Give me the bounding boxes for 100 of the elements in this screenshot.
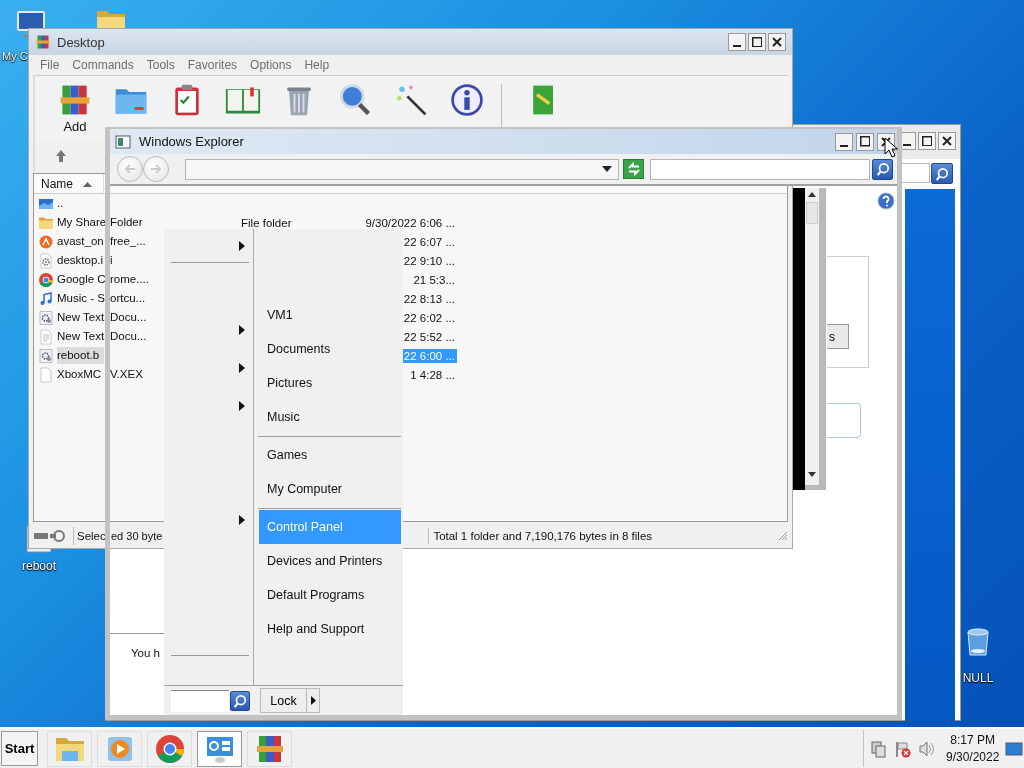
menu-item[interactable]: Options [250, 58, 292, 72]
help-icon[interactable] [877, 192, 895, 210]
menu-item[interactable]: Tools [146, 58, 175, 72]
browser-logo-icon [153, 732, 186, 765]
file-name: i [110, 253, 114, 268]
file-name: New Text [57, 329, 104, 344]
search-button[interactable] [230, 690, 250, 711]
resize-grip-icon[interactable] [778, 531, 788, 541]
info-icon[interactable] [449, 82, 485, 118]
window-title: Windows Explorer [139, 134, 244, 149]
document-icon [38, 328, 54, 345]
scrollbar[interactable] [805, 188, 826, 490]
file-name: .. [57, 196, 65, 211]
submenu-arrow-icon[interactable] [239, 400, 245, 412]
date-modified: 22 8:13 ... [402, 291, 456, 306]
maximize-button[interactable] [918, 132, 936, 150]
maximize-icon [859, 136, 871, 147]
maximize-button[interactable] [856, 132, 874, 151]
up-arrow-icon[interactable] [807, 190, 817, 198]
gear-document-icon [38, 252, 54, 269]
search-button[interactable] [931, 163, 953, 184]
message-text: You h [131, 647, 160, 659]
down-arrow-icon[interactable] [807, 471, 817, 479]
minimize-icon [733, 45, 741, 47]
network-icon[interactable] [870, 739, 888, 758]
menu-item[interactable]: Help [304, 58, 330, 72]
file-name: ortcu... [110, 291, 147, 306]
date-modified: 22 5:52 ... [402, 329, 456, 344]
menu-item[interactable]: Pictures [259, 366, 401, 400]
date-modified: 22 6:07 ... [402, 234, 456, 249]
drive-icon [33, 529, 67, 543]
minimize-icon [903, 144, 911, 146]
flag-icon[interactable] [894, 739, 912, 758]
submenu-arrow-icon[interactable] [239, 240, 245, 252]
blank-file-icon [38, 366, 54, 383]
toolbar-label[interactable]: Add [63, 119, 87, 134]
lock-options-button[interactable] [307, 688, 320, 713]
maximize-icon [751, 36, 763, 48]
date-modified: 21 5:3... [412, 272, 456, 287]
search-field[interactable] [650, 158, 870, 180]
menu-item[interactable]: Favorites [187, 58, 238, 72]
address-field[interactable] [185, 158, 619, 180]
minimize-button[interactable] [728, 33, 746, 51]
input-field[interactable] [827, 403, 861, 438]
menu-item[interactable]: File [40, 58, 60, 72]
maximize-button[interactable] [748, 33, 766, 51]
column-header[interactable]: Name [34, 174, 104, 193]
icon-label[interactable]: NULL [962, 671, 994, 685]
menu-item[interactable]: Devices and Printers [259, 544, 401, 578]
clock[interactable]: 8:17 PM 9/30/2022 [946, 731, 1000, 766]
submenu-arrow-icon[interactable] [239, 514, 245, 526]
menu-item[interactable]: Default Programs [259, 578, 401, 612]
forward-arrow-icon [149, 162, 163, 176]
back-arrow-icon [123, 162, 137, 176]
file-name: Folder [110, 215, 144, 230]
file-name: avast_on [57, 234, 104, 249]
close-icon [942, 136, 952, 146]
window-title: Desktop [57, 34, 105, 50]
search-field[interactable] [900, 163, 930, 183]
close-button[interactable] [938, 132, 956, 150]
menu-item[interactable]: Games [259, 438, 401, 472]
file-name: XboxMC [57, 367, 103, 382]
minimize-icon [840, 144, 848, 147]
file-name: Google C [57, 272, 104, 287]
button[interactable]: s [827, 324, 849, 349]
magnifier-icon[interactable] [337, 82, 373, 118]
file-name: rome.... [110, 272, 150, 287]
music-note-icon [38, 290, 54, 307]
start-button[interactable]: Start [1, 731, 38, 766]
refresh-button[interactable] [623, 159, 644, 179]
close-button[interactable] [768, 33, 786, 51]
search-icon [875, 161, 890, 177]
file-type: File folder [241, 216, 292, 229]
lock-button[interactable]: Lock [260, 688, 307, 713]
minimize-button[interactable] [835, 132, 853, 151]
menu-item[interactable]: VM1 [259, 298, 401, 332]
menu-item[interactable]: Commands [72, 58, 134, 72]
search-button[interactable] [872, 158, 893, 180]
menu-item[interactable]: Music [259, 400, 401, 434]
sort-arrow-icon [83, 180, 92, 187]
file-name: reboot.b [57, 347, 104, 364]
submenu-arrow-icon [310, 696, 316, 705]
file-name: V.XEX [110, 367, 144, 382]
file-name: New Text [57, 310, 104, 325]
status-text: ed 30 byte [111, 530, 163, 542]
search-field[interactable] [171, 689, 229, 712]
submenu-arrow-icon[interactable] [239, 324, 245, 336]
speaker-icon[interactable] [918, 739, 936, 758]
menu-item[interactable]: My Computer [259, 472, 401, 506]
date-modified: 9/30/2022 6:06 ... [364, 215, 456, 230]
file-name: My Share [57, 215, 104, 230]
show-desktop-icon[interactable] [1005, 740, 1024, 757]
search-icon [233, 692, 247, 709]
taskbar-button[interactable] [197, 730, 242, 767]
scrollbar-thumb[interactable] [806, 202, 818, 224]
window-icon [115, 134, 131, 149]
submenu-arrow-icon[interactable] [239, 362, 245, 374]
menu-item[interactable]: Documents [259, 332, 401, 366]
gear-document-icon [38, 309, 54, 326]
menu-item[interactable]: Help and Support [259, 612, 401, 646]
